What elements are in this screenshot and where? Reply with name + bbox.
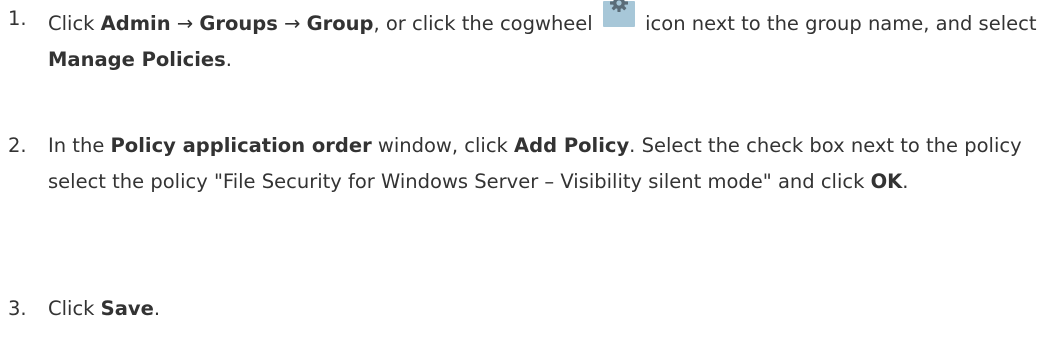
- step-3: 3. Click Save.: [8, 291, 1048, 327]
- step-text: Click Admin → Groups → Group, or click t…: [48, 0, 1048, 78]
- button-save-ref: Save: [100, 297, 154, 320]
- arrow-separator: →: [170, 12, 200, 35]
- text-span: .: [225, 48, 232, 71]
- step-number: 1.: [8, 7, 27, 30]
- menu-group: Group: [306, 12, 374, 35]
- step-number: 2.: [8, 134, 27, 157]
- text-span: In the: [48, 134, 111, 157]
- text-span: window, click: [371, 134, 515, 157]
- button-ok-ref: OK: [870, 170, 903, 193]
- step-number: 3.: [8, 297, 27, 320]
- step-2: 2. In the Policy application order windo…: [8, 128, 1048, 200]
- text-span: Click: [48, 297, 101, 320]
- instruction-steps: 1. Click Admin → Groups → Group, or clic…: [0, 0, 1055, 354]
- menu-admin: Admin: [100, 12, 171, 35]
- text-span: .: [153, 297, 161, 320]
- button-add-policy-ref: Add Policy: [514, 134, 630, 157]
- text-span: icon next to the group name, and select: [638, 12, 1037, 35]
- step-text: Click Save.: [48, 291, 1048, 327]
- text-span: Click: [48, 12, 101, 35]
- menu-groups: Groups: [199, 12, 278, 35]
- text-span: , or click the cogwheel: [373, 12, 599, 35]
- cogwheel-icon: [602, 0, 635, 27]
- arrow-separator: →: [277, 12, 307, 35]
- step-1: 1. Click Admin → Groups → Group, or clic…: [8, 0, 1048, 78]
- window-policy-application-order: Policy application order: [110, 134, 372, 157]
- step-text: In the Policy application order window, …: [48, 128, 1048, 200]
- text-span: .: [902, 170, 909, 193]
- menu-manage-policies: Manage Policies: [48, 48, 226, 71]
